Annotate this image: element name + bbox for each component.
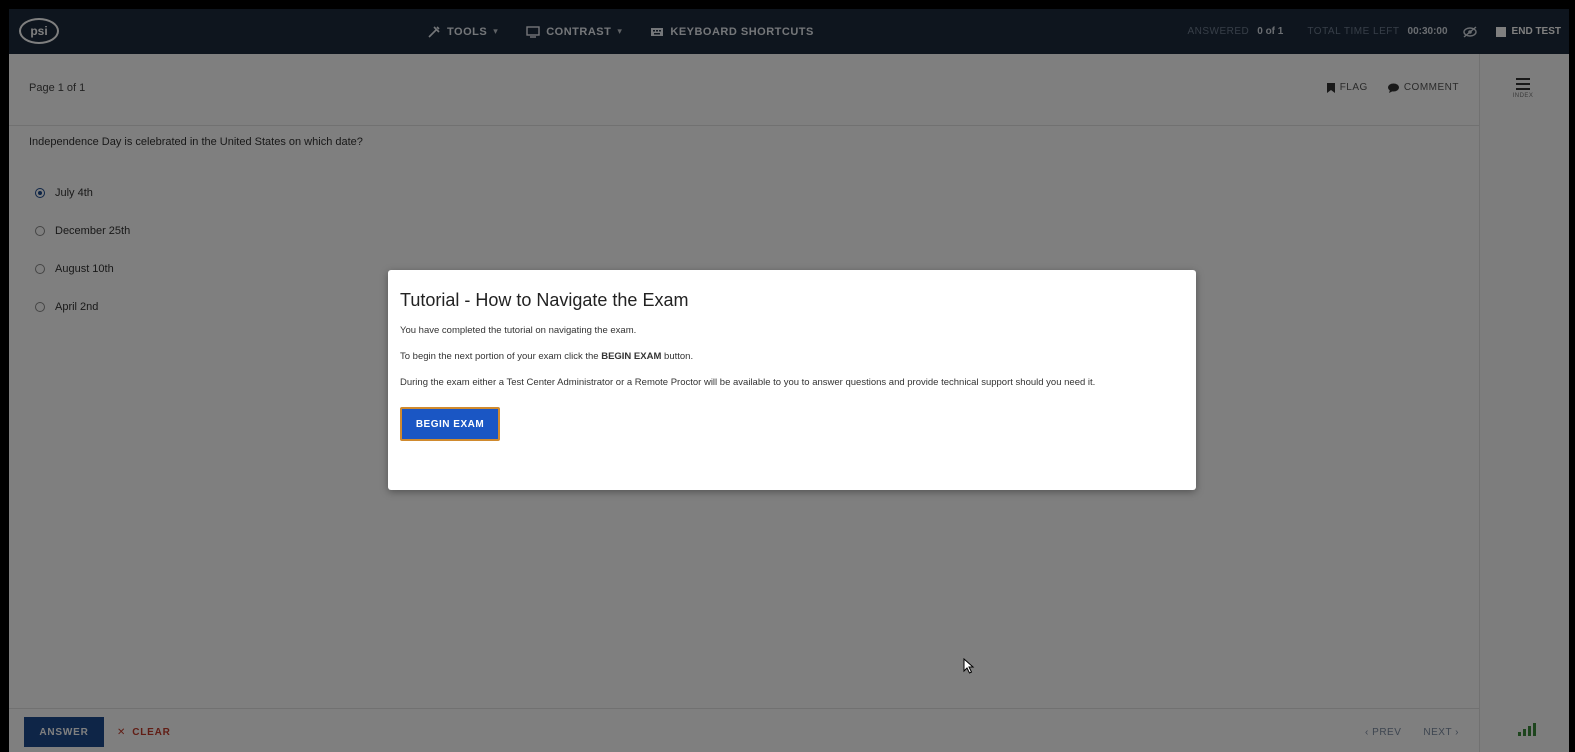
- dialog-bold-text: BEGIN EXAM: [601, 351, 662, 362]
- begin-exam-button[interactable]: BEGIN EXAM: [400, 407, 500, 441]
- dialog-text: To begin the next portion of your exam c…: [400, 351, 602, 362]
- dialog-paragraph-3: During the exam either a Test Center Adm…: [400, 377, 1096, 388]
- dialog-paragraph-2: To begin the next portion of your exam c…: [400, 349, 1184, 365]
- tutorial-dialog: Tutorial - How to Navigate the Exam You …: [388, 270, 1196, 490]
- mouse-cursor-icon: [963, 658, 975, 674]
- dialog-text: button.: [661, 351, 694, 362]
- dialog-paragraph-1: You have completed the tutorial on navig…: [400, 325, 637, 336]
- dialog-title: Tutorial - How to Navigate the Exam: [400, 290, 689, 310]
